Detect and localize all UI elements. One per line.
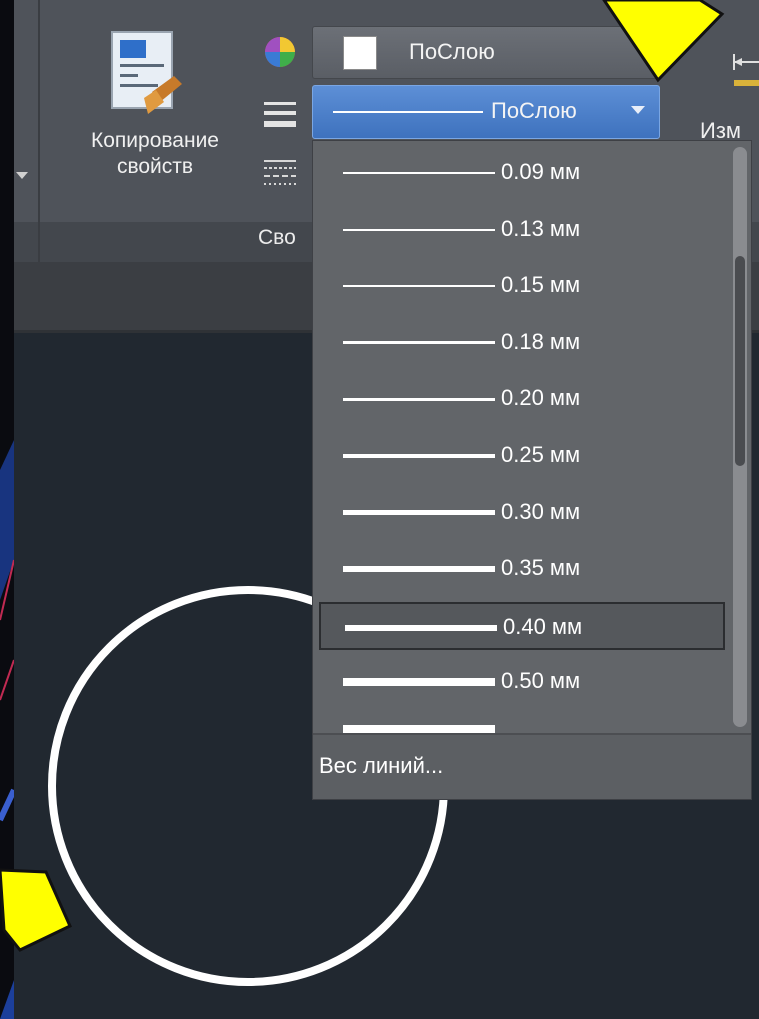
lineweight-sample-line: [345, 624, 497, 631]
lineweight-sample-line: [343, 341, 495, 345]
lineweight-sample-line: [343, 510, 495, 516]
lineweight-sample-line: [343, 285, 495, 288]
lineweight-option-label: 0.09 мм: [501, 159, 581, 184]
lineweight-option[interactable]: 0.20 мм: [319, 375, 725, 423]
lineweight-sample-line: [343, 454, 495, 458]
lineweight-settings-label: Вес линий...: [319, 753, 444, 778]
lineweight-option[interactable]: 0.25 мм: [319, 432, 725, 480]
lineweight-sample-line: [343, 678, 495, 687]
lineweight-option-label: 0.18 мм: [501, 328, 581, 354]
lineweight-option-label: 0.35 мм: [501, 555, 581, 581]
lineweight-option-label: 0.25 мм: [501, 442, 581, 467]
lineweight-option-label: 0.15 мм: [501, 272, 581, 298]
lineweight-option-label: 0.40 мм: [503, 613, 583, 639]
lineweight-sample-line: [343, 725, 495, 733]
lineweight-option[interactable]: 0.18 мм: [319, 319, 725, 367]
lineweight-option-label: 0.30 мм: [501, 498, 581, 524]
lineweight-option-label: 0.50 мм: [501, 668, 581, 694]
lineweight-option[interactable]: 0.50 мм: [319, 658, 725, 706]
yellow-arrow-top-icon: [602, 0, 725, 83]
lineweight-option[interactable]: 0.09 мм: [319, 149, 725, 197]
lineweight-sample-line: [343, 566, 495, 573]
lineweight-sample-line: [343, 228, 495, 231]
lineweight-option[interactable]: 0.15 мм: [319, 262, 725, 310]
lineweight-option-label: 0.13 мм: [501, 215, 581, 241]
lineweight-option[interactable]: 0.13 мм: [319, 206, 725, 254]
lineweight-option[interactable]: 0.35 мм: [319, 545, 725, 593]
lineweight-sample-line: [343, 172, 495, 174]
scrollbar-thumb[interactable]: [735, 256, 745, 466]
lineweight-option-label: 0.20 мм: [501, 385, 581, 411]
lineweight-dropdown-list[interactable]: 0.09 мм 0.13 мм 0.15 мм 0.18 мм 0.20 мм 0.25 …: [312, 140, 752, 800]
lineweight-sample-line: [343, 397, 495, 401]
lineweight-option[interactable]: 0.40 мм: [319, 601, 725, 650]
yellow-arrow-bottom-icon: [0, 868, 72, 952]
lineweight-option[interactable]: 0.30 мм: [319, 489, 725, 537]
lineweight-settings-item[interactable]: Вес линий...: [313, 735, 751, 799]
